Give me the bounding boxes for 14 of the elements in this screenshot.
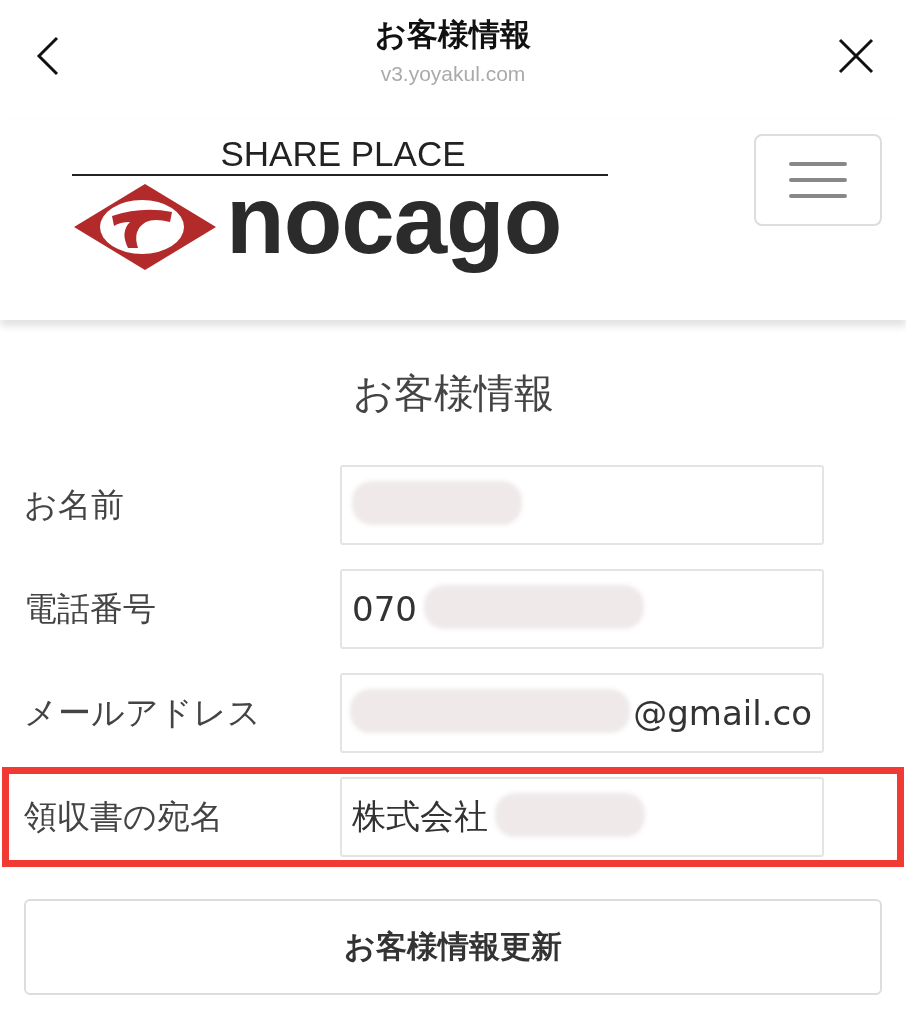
update-button[interactable]: お客様情報更新 [24, 899, 882, 995]
section-heading: お客様情報 [351, 369, 555, 418]
logo-tagline: SHARE PLACE [72, 134, 608, 177]
back-icon[interactable] [36, 36, 60, 76]
field-label: お名前 [24, 483, 125, 526]
logo-diamond-icon [72, 182, 218, 273]
menu-button[interactable] [754, 134, 882, 226]
url-text: v3.yoyakul.com [380, 62, 526, 86]
field-label: 電話番号 [24, 587, 157, 630]
field-label: 領収書の宛名 [24, 795, 224, 838]
menu-icon [789, 160, 847, 200]
field-label: メールアドレス [24, 691, 262, 734]
close-icon[interactable] [838, 38, 874, 74]
page-title: お客様情報 [375, 15, 531, 54]
